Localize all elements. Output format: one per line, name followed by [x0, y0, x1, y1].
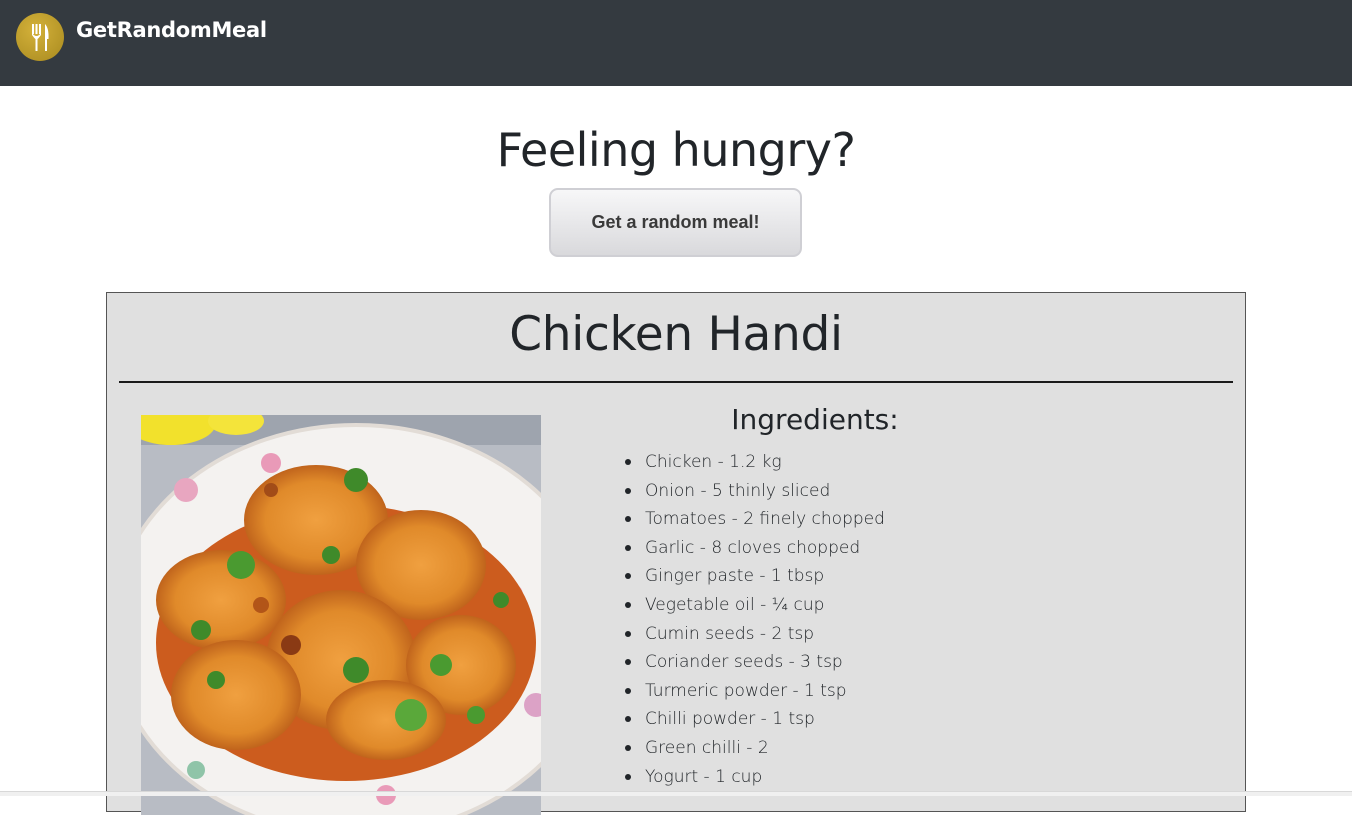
ingredient-item: Garlic - 8 cloves chopped: [625, 535, 885, 564]
ingredient-item: Coriander seeds - 3 tsp: [625, 649, 885, 678]
window-bottom-edge: [0, 791, 1352, 796]
get-random-meal-button[interactable]: Get a random meal!: [549, 188, 802, 257]
ingredient-item: Chilli powder - 1 tsp: [625, 706, 885, 735]
meal-photo: [141, 415, 541, 815]
ingredient-item: Vegetable oil - ¼ cup: [625, 592, 885, 621]
fork-knife-icon[interactable]: [16, 13, 64, 61]
ingredient-item: Cumin seeds - 2 tsp: [625, 621, 885, 650]
navbar: GetRandomMeal: [0, 0, 1352, 86]
ingredient-item: Green chilli - 2: [625, 735, 885, 764]
ingredient-item: Chicken - 1.2 kg: [625, 449, 885, 478]
ingredient-item: Turmeric powder - 1 tsp: [625, 678, 885, 707]
ingredients-list: Chicken - 1.2 kg Onion - 5 thinly sliced…: [625, 449, 885, 793]
ingredients-heading: Ingredients:: [731, 403, 899, 436]
ingredient-item: Onion - 5 thinly sliced: [625, 478, 885, 507]
brand-name[interactable]: GetRandomMeal: [76, 18, 267, 42]
meal-card: Chicken Handi Ingredients: Chicken - 1.2…: [106, 292, 1246, 815]
ingredient-item: Ginger paste - 1 tbsp: [625, 563, 885, 592]
ingredient-item: Tomatoes - 2 finely chopped: [625, 506, 885, 535]
title-divider: [119, 381, 1233, 383]
ingredient-item: Yogurt - 1 cup: [625, 764, 885, 793]
page-title: Feeling hungry?: [496, 123, 856, 177]
meal-title: Chicken Handi: [509, 307, 843, 362]
